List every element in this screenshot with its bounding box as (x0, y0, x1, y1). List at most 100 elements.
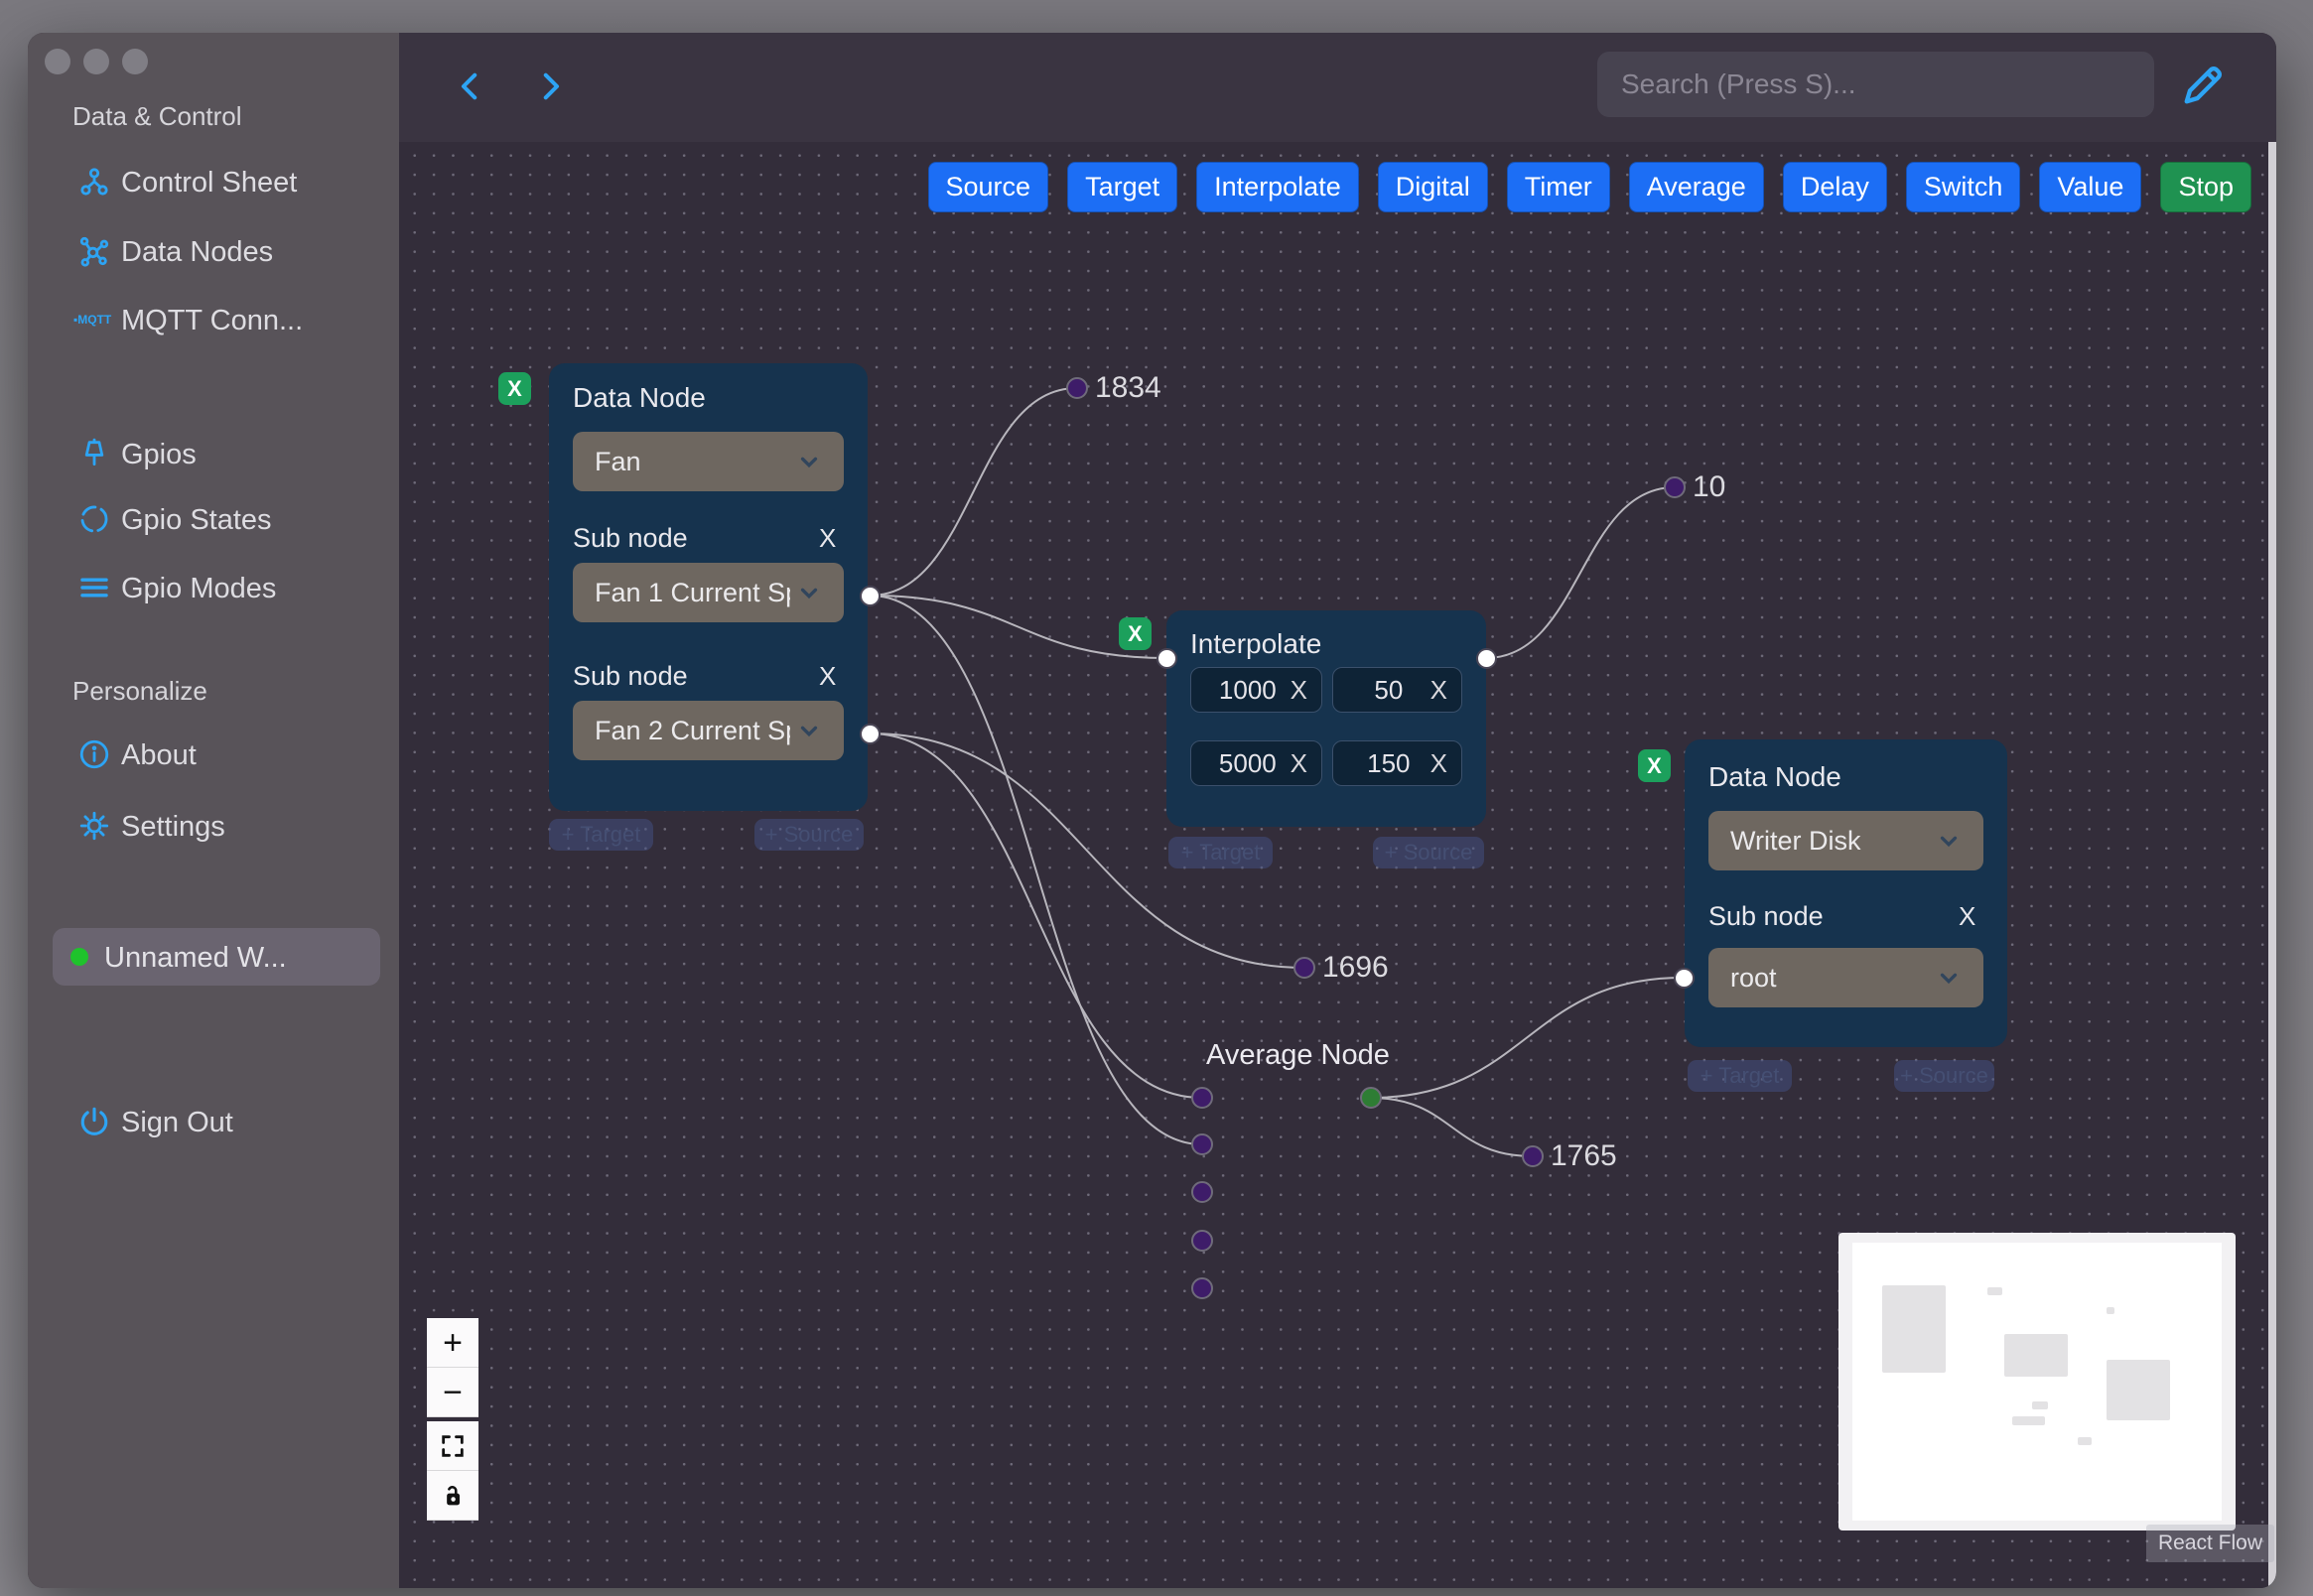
toolbar-button-target[interactable]: Target (1067, 162, 1178, 212)
sidebar-item-settings[interactable]: Settings (28, 798, 399, 854)
remove-value-button[interactable]: X (1430, 748, 1447, 779)
mqtt-icon: ▪MQTT (73, 313, 112, 327)
remove-value-button[interactable]: X (1291, 675, 1307, 706)
canvas-scrollbar[interactable] (2268, 142, 2276, 1588)
source-handle[interactable] (860, 724, 881, 744)
edge-value-label: 1696 (1322, 951, 1389, 984)
fan-sub2-select[interactable]: Fan 2 Current Spe (573, 701, 844, 760)
lock-button[interactable] (427, 1471, 478, 1521)
average-output-handle[interactable] (1360, 1087, 1382, 1109)
sidebar-item-data-nodes[interactable]: Data Nodes (28, 223, 399, 279)
average-target-handle[interactable] (1191, 1133, 1213, 1155)
remove-sub-node-button[interactable]: X (819, 523, 836, 554)
minimap-node (1987, 1287, 2002, 1295)
chevron-right-icon[interactable] (533, 69, 567, 103)
flow-canvas[interactable]: Source Target Interpolate Digital Timer … (399, 33, 2276, 1588)
add-source-button[interactable]: + Source (1373, 837, 1484, 868)
node-data-writer[interactable]: Data Node Writer Disk Sub node X root (1685, 739, 2007, 1047)
remove-value-button[interactable]: X (1291, 748, 1307, 779)
react-flow-attribution[interactable]: React Flow (2145, 1525, 2274, 1562)
sidebar-item-label: Gpio States (121, 504, 272, 536)
input-value: 150 (1367, 747, 1411, 778)
sub-node-label: Sub node (573, 523, 688, 553)
remove-value-button[interactable]: X (1430, 675, 1447, 706)
search-input[interactable] (1597, 52, 2154, 117)
minimap-node (2107, 1360, 2170, 1420)
interpolate-input[interactable]: 5000 X (1190, 740, 1322, 786)
target-handle[interactable] (1674, 968, 1695, 989)
zoom-out-button[interactable]: − (427, 1368, 478, 1417)
delete-node-button[interactable]: X (1638, 749, 1671, 782)
info-icon (77, 737, 111, 771)
delete-node-button[interactable]: X (498, 372, 531, 405)
sidebar-section-personalize: Personalize (72, 676, 207, 706)
sidebar-item-label: Gpio Modes (121, 573, 277, 604)
add-source-button[interactable]: + Source (1894, 1060, 1994, 1092)
add-target-button[interactable]: + Target (1168, 837, 1273, 868)
writer-sub-select[interactable]: root (1708, 948, 1983, 1007)
source-handle[interactable] (1476, 648, 1497, 669)
interpolate-input[interactable]: 50 X (1332, 667, 1462, 713)
value-endpoint[interactable] (1066, 377, 1088, 399)
remove-sub-node-button[interactable]: X (1959, 901, 1975, 932)
traffic-light-zoom[interactable] (122, 49, 148, 74)
value-endpoint[interactable] (1664, 476, 1686, 498)
minus-icon: − (443, 1373, 463, 1411)
add-target-button[interactable]: + Target (549, 819, 653, 851)
gear-icon (77, 809, 111, 843)
fan-sub1-select[interactable]: Fan 1 Current Spe (573, 563, 844, 622)
toolbar-button-digital[interactable]: Digital (1377, 162, 1488, 212)
toolbar-button-value[interactable]: Value (2039, 162, 2142, 212)
edge-value-label: 10 (1693, 470, 1726, 503)
interpolate-input[interactable]: 1000 X (1190, 667, 1322, 713)
average-source-handle[interactable] (1191, 1277, 1213, 1299)
toolbar-button-switch[interactable]: Switch (1905, 162, 2021, 212)
sidebar-item-gpio-modes[interactable]: Gpio Modes (28, 560, 399, 615)
sidebar-item-sign-out[interactable]: Sign Out (28, 1094, 399, 1149)
node-data-fan[interactable]: Data Node Fan Sub node X Fan 1 Current S… (549, 363, 868, 811)
source-handle[interactable] (860, 586, 881, 606)
toolbar-button-interpolate[interactable]: Interpolate (1196, 162, 1359, 212)
traffic-light-close[interactable] (45, 49, 70, 74)
pencil-icon[interactable] (2177, 60, 2229, 111)
toolbar-button-source[interactable]: Source (927, 162, 1049, 212)
sidebar-item-label: Gpios (121, 439, 197, 470)
sidebar-item-label: Settings (121, 811, 225, 843)
canvas-controls: + − (427, 1318, 478, 1521)
chevron-left-icon[interactable] (454, 69, 487, 103)
fit-view-button[interactable] (427, 1421, 478, 1471)
toolbar-button-stop[interactable]: Stop (2160, 162, 2251, 212)
fan-type-select[interactable]: Fan (573, 432, 844, 491)
minimap[interactable] (1838, 1233, 2236, 1530)
average-target-handle[interactable] (1191, 1087, 1213, 1109)
traffic-light-minimize[interactable] (83, 49, 109, 74)
remove-sub-node-button[interactable]: X (819, 661, 836, 692)
sidebar-item-about[interactable]: About (28, 727, 399, 782)
average-target-handle[interactable] (1191, 1181, 1213, 1203)
average-node-title: Average Node (1206, 1039, 1390, 1071)
data-nodes-icon (77, 234, 111, 268)
toolbar-button-delay[interactable]: Delay (1782, 162, 1887, 212)
input-value: 5000 (1218, 747, 1277, 778)
target-handle[interactable] (1156, 648, 1177, 669)
sidebar-item-control-sheet[interactable]: Control Sheet (28, 154, 399, 209)
zoom-in-button[interactable]: + (427, 1318, 478, 1368)
sidebar-item-workspace[interactable]: Unnamed W... (53, 928, 380, 986)
lines-icon (77, 571, 111, 604)
value-endpoint[interactable] (1522, 1145, 1544, 1167)
toolbar-button-timer[interactable]: Timer (1506, 162, 1610, 212)
sidebar-item-gpio-states[interactable]: Gpio States (28, 491, 399, 547)
node-title: Interpolate (1190, 628, 1322, 659)
sub-node-label: Sub node (1708, 901, 1824, 931)
toolbar-button-average[interactable]: Average (1628, 162, 1764, 212)
value-endpoint[interactable] (1293, 957, 1315, 979)
delete-node-button[interactable]: X (1119, 617, 1152, 650)
sidebar-item-mqtt[interactable]: ▪MQTT MQTT Conn... (28, 292, 399, 347)
interpolate-input[interactable]: 150 X (1332, 740, 1462, 786)
node-interpolate[interactable]: Interpolate 1000 X 50 X 5000 X 150 X (1166, 610, 1486, 827)
add-source-button[interactable]: + Source (754, 819, 864, 851)
writer-type-select[interactable]: Writer Disk (1708, 811, 1983, 870)
add-target-button[interactable]: + Target (1688, 1060, 1792, 1092)
average-target-handle[interactable] (1191, 1230, 1213, 1252)
sidebar-item-gpios[interactable]: Gpios (28, 426, 399, 481)
